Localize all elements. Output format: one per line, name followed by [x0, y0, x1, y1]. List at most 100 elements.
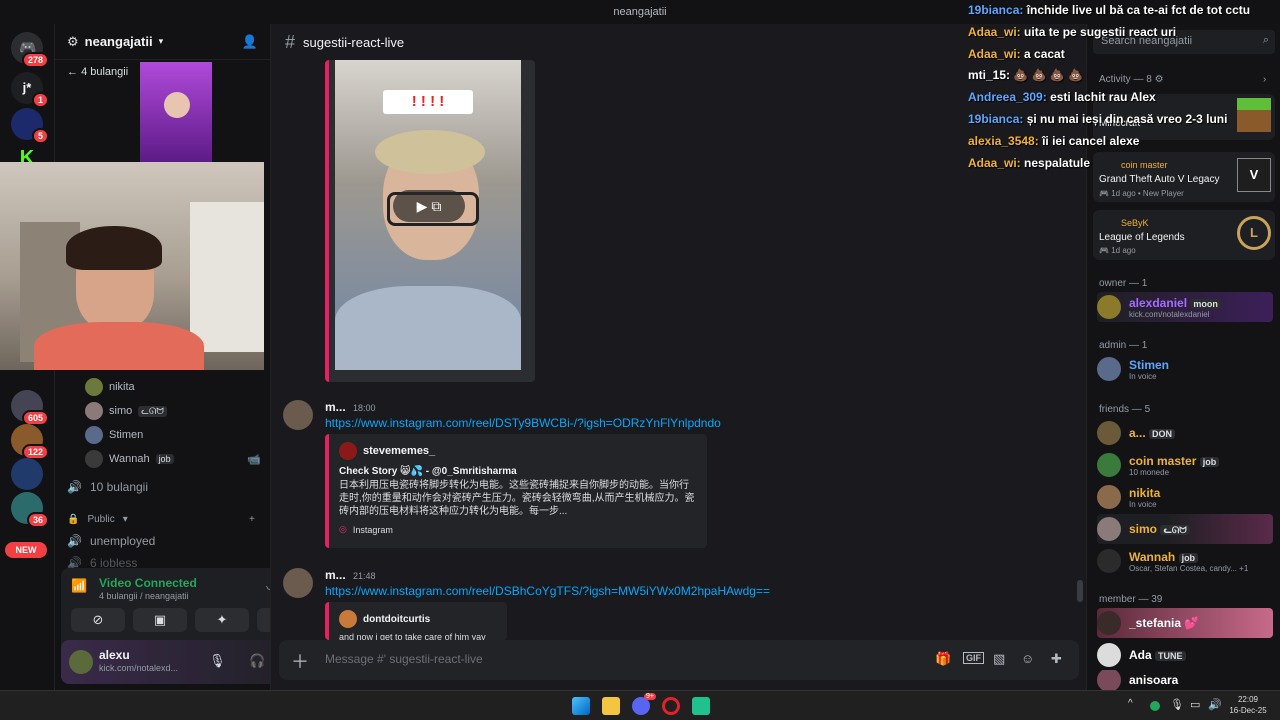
clock[interactable]: 22:09 16-Dec-25: [1226, 694, 1270, 716]
member-item[interactable]: coin master job 10 monede: [1097, 450, 1273, 480]
gift-icon[interactable]: 🎁: [935, 651, 951, 667]
embed-body: 日本利用压电瓷砖将脚步转化为电能。这些瓷砖捕捉来自你脚步的动能。当你行走时,你的…: [339, 480, 695, 517]
gif-icon[interactable]: GIF: [963, 652, 984, 664]
chat-line: alexia_3548: îi iei cancel alexe: [968, 133, 1140, 148]
emoji-icon[interactable]: ☺: [1021, 651, 1034, 666]
avatar: [1097, 295, 1121, 319]
message-link[interactable]: https://www.instagram.com/reel/DSTy9BWCB…: [325, 416, 721, 430]
message-input[interactable]: Message #' sugestii-react-live: [325, 652, 483, 666]
invite-icon[interactable]: 👤: [242, 34, 258, 50]
avatar: [1097, 357, 1121, 381]
avatar[interactable]: [69, 650, 93, 674]
speaker-icon: 🔊: [67, 534, 82, 548]
category-public[interactable]: 🔒 Public ▾ +: [67, 514, 255, 525]
guild-header[interactable]: ⚙ neangajatii ▾ 👤: [55, 24, 270, 60]
chat-line: 19bianca: și nu mai ieși din casă vreo 2…: [968, 111, 1228, 126]
avatar: [1097, 549, 1121, 573]
file-explorer-icon[interactable]: [602, 697, 620, 715]
windows-taskbar: 9+ ^ 🎙 ▭ 🔊 22:09 16-Dec-25: [0, 690, 1280, 720]
message-author[interactable]: m... 18:00: [325, 400, 376, 414]
member-item[interactable]: alexdaniel moon kick.com/notalexdaniel: [1097, 292, 1273, 322]
message-link[interactable]: https://www.instagram.com/reel/DSBhCoYgT…: [325, 584, 770, 598]
embed-author[interactable]: stevememes_: [339, 442, 697, 460]
webcam-overlay: [0, 162, 264, 370]
lock-icon: 🔒: [67, 514, 80, 525]
sticker-icon[interactable]: ▧: [993, 651, 1005, 667]
voice-user[interactable]: Wannah job 📹: [85, 450, 261, 468]
member-item[interactable]: Wannah job Oscar, Stefan Costea, candy..…: [1097, 546, 1273, 576]
start-menu-icon[interactable]: [572, 697, 590, 715]
avatar: [1097, 421, 1121, 445]
avatar: [339, 610, 357, 628]
server-icon-j[interactable]: j* 1: [11, 72, 49, 108]
link-embed: dontdoitcurtis and now i get to take car…: [325, 602, 507, 640]
activity-card[interactable]: SeByK League of Legends 🎮 1d ago L: [1093, 210, 1275, 260]
section-owner: owner — 1: [1099, 278, 1148, 289]
member-item[interactable]: Stimen In voice: [1097, 354, 1273, 384]
play-button[interactable]: ▶ ⧉: [393, 190, 465, 222]
direct-messages-icon[interactable]: 🎮 278: [11, 32, 49, 68]
microphone-icon[interactable]: 🎙: [1170, 698, 1184, 711]
chevron-up-icon[interactable]: ^: [1128, 698, 1133, 709]
opera-icon[interactable]: [662, 697, 680, 715]
discord-taskbar-icon[interactable]: 9+: [632, 693, 656, 715]
voice-detail: 4 bulangii / neangajatii: [99, 591, 189, 601]
voice-user[interactable]: simo ᓚᘏᗢ: [85, 402, 167, 420]
video-sticker: ! ! ! !: [383, 90, 473, 114]
video-jacket: [335, 286, 521, 370]
stream-chat-overlay: 19bianca: închide live ul bă ca te-ai fc…: [968, 0, 1280, 174]
server-icon-6[interactable]: 122: [11, 424, 49, 460]
server-icon-2[interactable]: 5: [11, 108, 49, 144]
activities-button[interactable]: ✦: [195, 608, 249, 632]
microphone-icon[interactable]: 🎙: [209, 653, 226, 669]
scrollbar-thumb[interactable]: [1077, 580, 1083, 602]
member-item[interactable]: nikita In voice: [1097, 482, 1273, 512]
avatar: [1097, 670, 1121, 690]
window-title: neangajatii: [613, 6, 667, 18]
member-item[interactable]: a... DON: [1097, 418, 1273, 448]
chevron-down-icon: ▾: [122, 514, 128, 525]
user-name: alexu: [99, 648, 130, 662]
game-controller-icon: 🎮: [1099, 189, 1109, 198]
voice-channel-10-bulangii[interactable]: 🔊 10 bulangii: [67, 480, 148, 494]
avatar: [339, 442, 357, 460]
embed-author[interactable]: dontdoitcurtis: [339, 610, 497, 628]
avatar: [85, 378, 103, 396]
message-author[interactable]: m... 21:48: [325, 568, 376, 582]
play-icon: ▶: [416, 198, 428, 214]
embed-title: Check Story 😸💦 - @0_Smritisharma: [339, 466, 517, 477]
add-attachment-icon[interactable]: ＋: [291, 648, 309, 674]
apps-icon[interactable]: ✚: [1051, 651, 1062, 667]
video-embed[interactable]: ! ! ! ! ▶ ⧉: [325, 60, 535, 382]
server-icon-7[interactable]: [11, 458, 43, 490]
message-time: 18:00: [353, 403, 376, 413]
camera-off-button[interactable]: ⊘: [71, 608, 125, 632]
avatar[interactable]: [283, 568, 313, 598]
section-member: member — 39: [1099, 594, 1163, 605]
camera-icon: 📹: [247, 453, 261, 466]
headphones-icon[interactable]: 🎧: [249, 653, 265, 669]
member-item[interactable]: anisoara: [1097, 670, 1273, 690]
screen-share-button[interactable]: ▣: [133, 608, 187, 632]
voice-user[interactable]: Stimen: [85, 426, 143, 444]
instagram-icon: ◎: [339, 524, 347, 534]
app-icon[interactable]: [692, 697, 710, 715]
voice-channel-unemployed[interactable]: 🔊 unemployed: [67, 534, 155, 548]
stream-thumbnail[interactable]: [140, 62, 212, 162]
chat-line: mti_15: 💩 💩 💩 💩: [968, 68, 1084, 83]
voice-user[interactable]: nikita: [85, 378, 135, 396]
section-admin: admin — 1: [1099, 340, 1148, 351]
new-badge[interactable]: NEW: [5, 542, 47, 558]
member-item[interactable]: _stefania 💕: [1097, 608, 1273, 638]
member-item[interactable]: Ada TUNE: [1097, 640, 1273, 670]
signal-icon: 📶: [71, 578, 88, 593]
server-icon-5[interactable]: 605: [11, 390, 49, 426]
stage-back-button[interactable]: ← 4 bulangii: [67, 66, 128, 78]
server-icon-8[interactable]: 36: [11, 492, 49, 528]
embed-source: ◎ Instagram: [339, 524, 393, 535]
add-channel-icon[interactable]: +: [249, 514, 255, 525]
member-item[interactable]: simo ᓚᘏᗢ: [1097, 514, 1273, 544]
network-icon[interactable]: ▭: [1190, 698, 1200, 711]
avatar[interactable]: [283, 400, 313, 430]
volume-icon[interactable]: 🔊: [1208, 698, 1222, 711]
